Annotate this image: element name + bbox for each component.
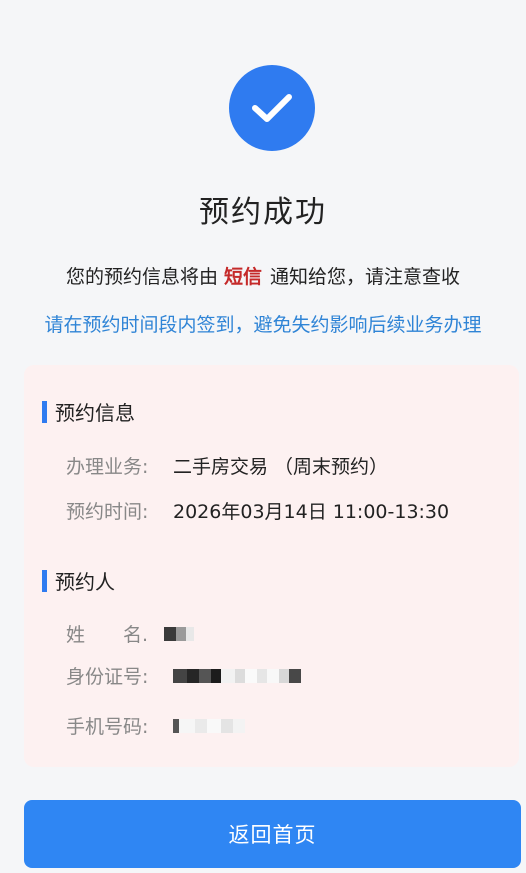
service-row: 办理业务: 二手房交易 （周末预约） <box>66 452 388 479</box>
id-number-redacted <box>173 668 301 683</box>
name-label: 姓 名. <box>66 624 149 646</box>
phone-number-redacted <box>173 718 245 733</box>
success-check-icon <box>229 65 315 151</box>
notice-text: 您的预约信息将由 短信 通知给您，请注意查收 <box>0 262 526 289</box>
page-title: 预约成功 <box>199 195 327 230</box>
time-label: 预约时间: <box>66 501 149 523</box>
service-label: 办理业务: <box>66 456 149 478</box>
id-label: 身份证号: <box>66 666 149 688</box>
time-row: 预约时间: 2026年03月14日 11:00-13:30 <box>66 497 449 524</box>
phone-label: 手机号码: <box>66 716 149 738</box>
check-icon <box>252 94 292 122</box>
name-redacted <box>164 626 194 641</box>
name-row: 姓 名. <box>66 620 194 647</box>
booking-info-section-title: 预约信息 <box>42 397 135 426</box>
return-home-button[interactable]: 返回首页 <box>24 800 521 868</box>
section-marker <box>42 569 47 592</box>
notice-after: 通知给您，请注意查收 <box>270 266 461 288</box>
notice-before: 您的预约信息将由 <box>65 266 218 288</box>
applicant-section-title: 预约人 <box>42 566 115 595</box>
time-value: 2026年03月14日 11:00-13:30 <box>173 501 450 523</box>
id-row: 身份证号: <box>66 662 301 689</box>
service-value: 二手房交易 （周末预约） <box>173 456 389 478</box>
notice-channel: 短信 <box>223 266 262 288</box>
booking-info-heading: 预约信息 <box>55 401 135 425</box>
phone-row: 手机号码: <box>66 712 245 739</box>
section-marker <box>42 400 47 423</box>
checkin-tip: 请在预约时间段内签到，避免失约影响后续业务办理 <box>44 314 482 336</box>
applicant-heading: 预约人 <box>55 570 115 594</box>
